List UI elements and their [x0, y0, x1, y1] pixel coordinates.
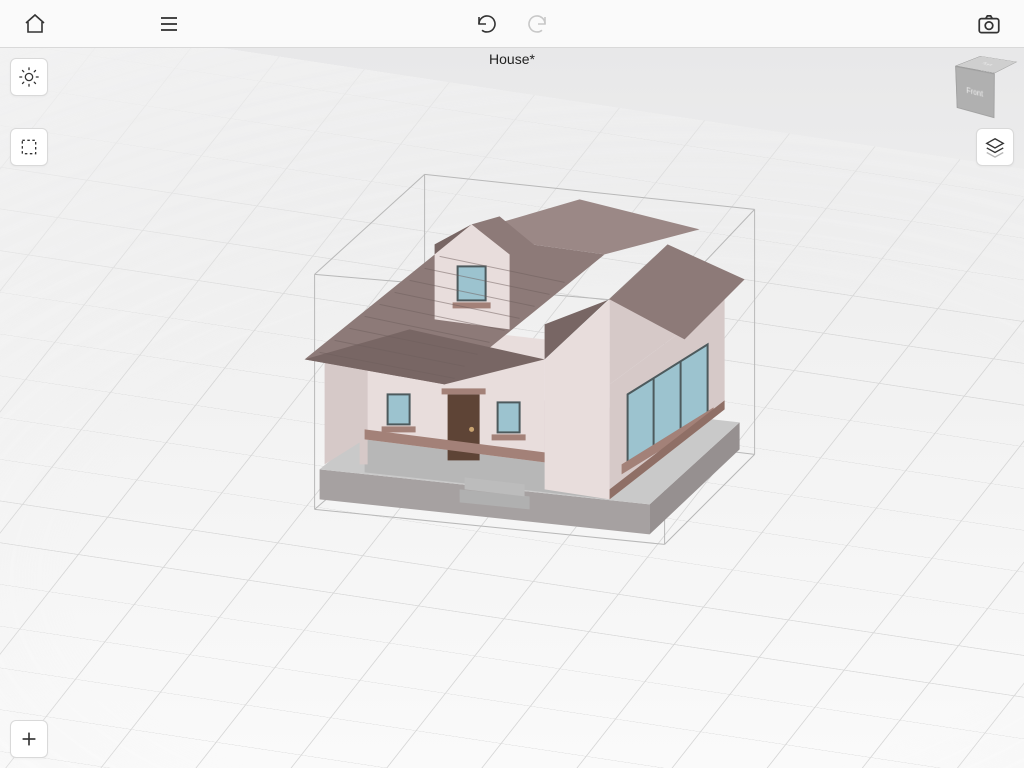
add-button[interactable] — [10, 720, 48, 758]
home-button[interactable] — [18, 7, 52, 41]
document-title: House* — [0, 51, 1024, 67]
selection-button[interactable] — [10, 128, 48, 166]
undo-button[interactable] — [470, 7, 504, 41]
camera-button[interactable] — [972, 7, 1006, 41]
layers-button[interactable] — [976, 128, 1014, 166]
viewport-3d[interactable] — [0, 48, 1024, 768]
lighting-button[interactable] — [10, 58, 48, 96]
view-cube-front[interactable]: Front — [955, 66, 995, 119]
menu-button[interactable] — [152, 7, 186, 41]
model-house[interactable] — [210, 104, 770, 564]
redo-button[interactable] — [520, 7, 554, 41]
top-toolbar — [0, 0, 1024, 48]
view-cube[interactable]: Top Right Front — [958, 56, 1016, 114]
